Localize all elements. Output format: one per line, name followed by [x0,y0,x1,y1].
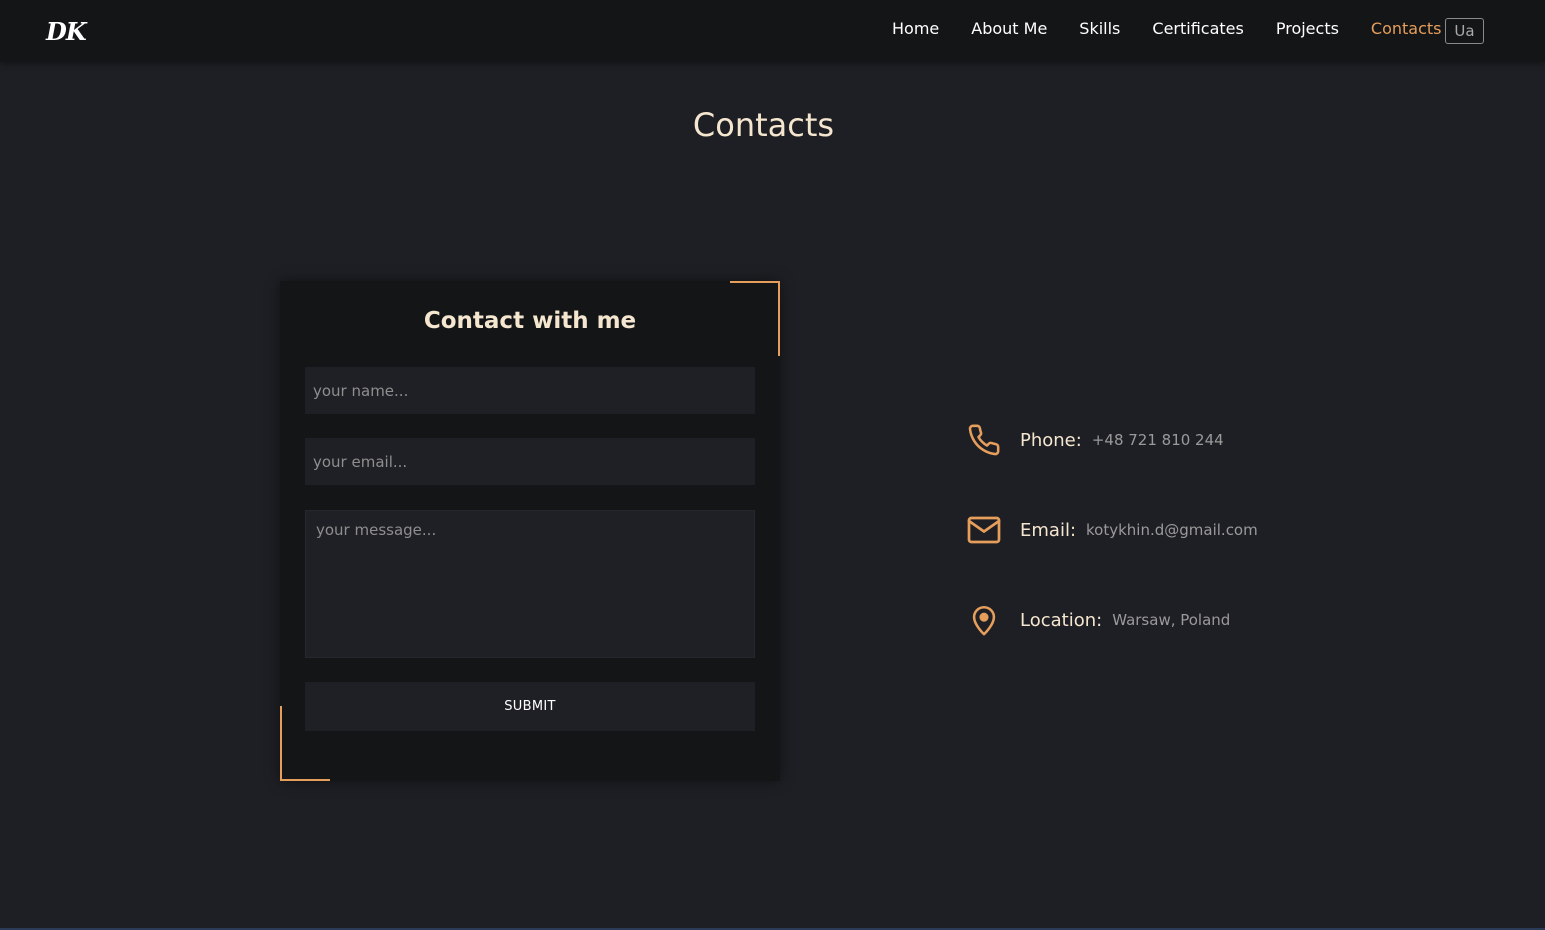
contact-info-email: Email: kotykhin.d@gmail.com [966,512,1258,548]
contact-info-phone: Phone: +48 721 810 244 [966,422,1224,458]
nav-item-skills[interactable]: Skills [1079,19,1120,38]
main-nav: Home About Me Skills Certificates Projec… [892,19,1474,38]
logo[interactable]: DK [46,17,87,46]
submit-button[interactable]: SUBMIT [305,682,755,731]
nav-item-about-me[interactable]: About Me [971,19,1047,38]
nav-item-projects[interactable]: Projects [1276,19,1339,38]
email-input[interactable] [305,438,755,485]
location-value: Warsaw, Poland [1112,611,1231,629]
email-label: Email: [1020,519,1077,541]
nav-item-home[interactable]: Home [892,19,939,38]
phone-label: Phone: [1020,429,1082,451]
mail-icon [966,512,1002,548]
language-toggle-button[interactable]: Ua [1445,18,1484,44]
nav-item-contacts[interactable]: Contacts [1371,19,1442,38]
location-pin-icon [966,602,1002,638]
name-input[interactable] [305,367,755,414]
form-title: Contact with me [423,308,637,334]
top-navbar: DK Home About Me Skills Certificates Pro… [0,0,1545,62]
location-label: Location: [1020,609,1103,631]
message-textarea[interactable] [305,510,755,658]
page: DK Home About Me Skills Certificates Pro… [0,0,1545,930]
phone-icon [966,422,1002,458]
nav-item-certificates[interactable]: Certificates [1152,19,1243,38]
phone-value[interactable]: +48 721 810 244 [1092,431,1224,449]
contact-info-location: Location: Warsaw, Poland [966,602,1230,638]
email-value[interactable]: kotykhin.d@gmail.com [1086,521,1258,539]
page-title: Contacts [692,106,835,144]
